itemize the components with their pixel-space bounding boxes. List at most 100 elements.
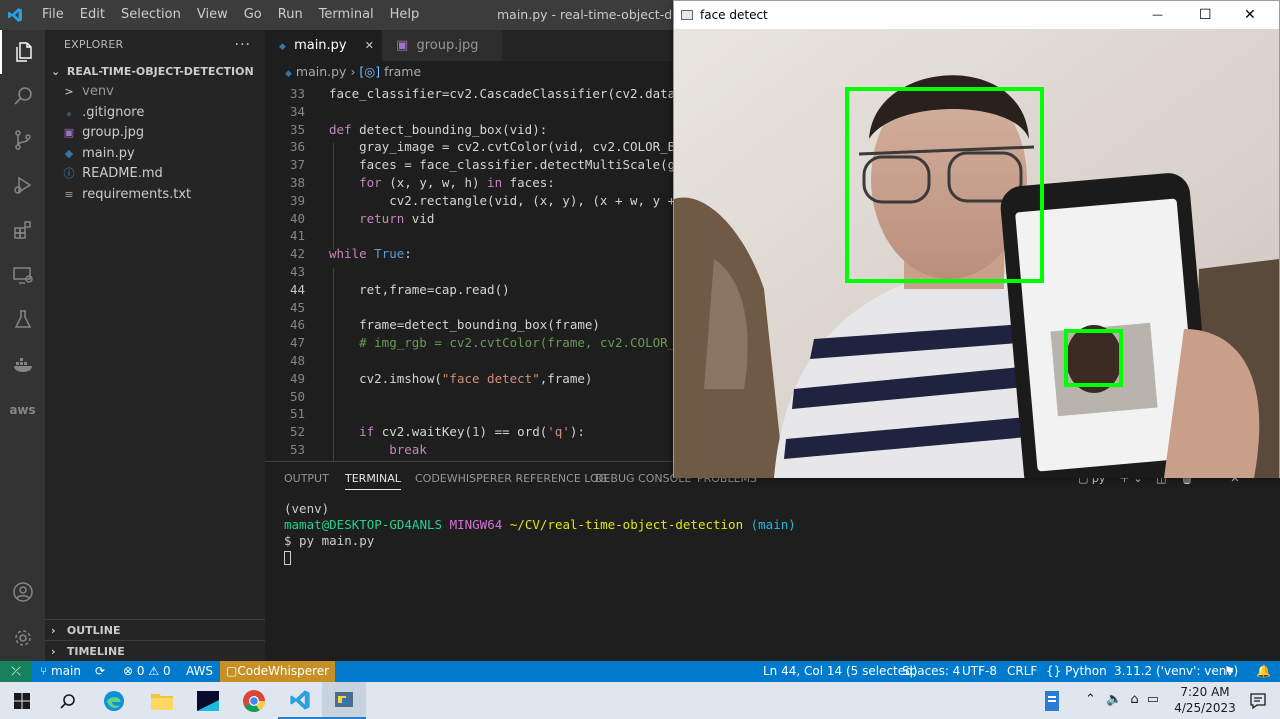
code-editor[interactable]: 33 face_classifier=cv2.CascadeClassifier(… <box>265 83 673 461</box>
problems-counter[interactable]: ⊗ 0 ⚠ 0 <box>123 661 171 682</box>
terminal-app-icon[interactable] <box>186 682 230 719</box>
popup-title: face detect <box>700 8 768 22</box>
python-interpreter[interactable]: 3.11.2 ('venv': venv) <box>1114 661 1238 682</box>
maximize-button[interactable]: ☐ <box>1199 1 1212 29</box>
terminal-path: ~/CV/real-time-object-detection <box>509 517 744 532</box>
action-center-icon[interactable] <box>1236 682 1280 719</box>
workspace-folder[interactable]: ⌄ REAL-TIME-OBJECT-DETECTION <box>45 62 265 82</box>
language-label: Python <box>1065 664 1107 678</box>
info-file-icon: ⓘ <box>63 167 75 180</box>
search-icon[interactable] <box>0 74 45 118</box>
windows-start-icon[interactable] <box>0 682 44 719</box>
codewhisperer-status[interactable]: ▢CodeWhisperer <box>220 661 336 682</box>
indentation[interactable]: Spaces: 4 <box>902 661 960 682</box>
battery-icon[interactable]: ▭ <box>1147 692 1159 707</box>
menu-go[interactable]: Go <box>236 0 270 30</box>
language-mode[interactable]: {} Python <box>1046 661 1107 682</box>
terminal-cursor[interactable] <box>284 551 291 565</box>
code-line: break <box>389 442 427 457</box>
speaker-icon[interactable]: 🔈 <box>1106 692 1122 707</box>
bottom-panel: OUTPUT TERMINAL CODEWHISPERER REFERENCE … <box>265 461 1280 661</box>
tree-item-label: group.jpg <box>82 125 145 140</box>
aws-status[interactable]: AWS <box>186 661 213 682</box>
tab-terminal[interactable]: TERMINAL <box>345 472 401 490</box>
menu-terminal[interactable]: Terminal <box>311 0 382 30</box>
tab-group-jpg[interactable]: ▣ group.jpg <box>382 30 502 61</box>
timeline-section[interactable]: › TIMELINE <box>45 640 265 661</box>
close-icon[interactable]: ✕ <box>365 30 374 61</box>
tree-item-main-py[interactable]: ◆ main.py <box>45 143 265 164</box>
encoding[interactable]: UTF-8 <box>962 661 997 682</box>
image-file-icon: ▣ <box>63 126 75 139</box>
tree-item-label: requirements.txt <box>82 187 192 202</box>
docker-icon[interactable] <box>0 343 45 387</box>
menu-view[interactable]: View <box>189 0 236 30</box>
tree-item-group-jpg[interactable]: ▣ group.jpg <box>45 122 265 143</box>
python-window-icon[interactable] <box>322 682 366 719</box>
testing-icon[interactable] <box>0 298 45 342</box>
line-number: 45 <box>289 299 305 315</box>
terminal-command-line: $ py main.py <box>284 533 375 548</box>
minimize-button[interactable]: — <box>1152 1 1163 29</box>
tab-label: group.jpg <box>416 38 479 53</box>
source-control-icon[interactable] <box>0 118 45 162</box>
tab-label: main.py <box>294 38 347 53</box>
camera-frame <box>674 29 1279 478</box>
chevron-up-icon[interactable]: ⌃ <box>1085 692 1096 707</box>
git-branch[interactable]: ⑂ main <box>40 661 81 682</box>
chrome-browser-icon[interactable] <box>232 682 276 719</box>
chevron-down-icon: ⌄ <box>51 65 61 78</box>
breadcrumb-file[interactable]: main.py <box>296 64 347 79</box>
settings-gear-icon[interactable] <box>0 616 45 660</box>
feedback-icon[interactable]: ⚑ <box>1224 661 1235 682</box>
cursor-position[interactable]: Ln 44, Col 14 (5 selected) <box>763 661 917 682</box>
sync-icon[interactable]: ⟳ <box>95 661 105 682</box>
network-icon[interactable]: ⌂ <box>1130 692 1138 707</box>
menu-selection[interactable]: Selection <box>113 0 189 30</box>
explorer-icon[interactable] <box>0 30 45 74</box>
file-explorer-icon[interactable] <box>140 682 184 719</box>
line-number: 47 <box>289 335 305 351</box>
tree-item-venv[interactable]: > venv <box>45 81 265 102</box>
tab-output[interactable]: OUTPUT <box>284 472 329 485</box>
more-actions-icon[interactable]: ··· <box>235 30 251 60</box>
breadcrumb-symbol[interactable]: frame <box>384 64 421 79</box>
outline-section[interactable]: › OUTLINE <box>45 619 265 640</box>
edge-browser-icon[interactable] <box>92 682 136 719</box>
error-count: 0 <box>136 664 145 678</box>
face-detect-window[interactable]: face detect — ☐ ✕ <box>673 0 1280 478</box>
tab-codewhisperer-log[interactable]: CODEWHISPERER REFERENCE LOG <box>415 472 607 485</box>
clock-date: 4/25/2023 <box>1174 701 1236 715</box>
tree-item-requirements[interactable]: ≡ requirements.txt <box>45 184 265 205</box>
remote-explorer-icon[interactable] <box>0 253 45 297</box>
notifications-icon[interactable]: 🔔 <box>1256 661 1271 682</box>
timeline-label: TIMELINE <box>66 645 125 658</box>
menu-run[interactable]: Run <box>270 0 311 30</box>
extensions-icon[interactable] <box>0 208 45 252</box>
code-line: # img_rgb = cv2.cvtColor(frame, cv2.COLO… <box>329 335 673 351</box>
document-icon[interactable] <box>1030 682 1074 719</box>
line-number: 53 <box>289 442 305 457</box>
vscode-app-icon[interactable] <box>278 682 322 719</box>
status-bar: ⤫ ⑂ main ⟳ ⊗ 0 ⚠ 0 AWS ▢CodeWhisperer Ln… <box>0 661 1280 682</box>
search-icon[interactable] <box>46 682 90 719</box>
python-file-icon: ◆ <box>285 69 292 79</box>
tree-item-readme[interactable]: ⓘ README.md <box>45 163 265 184</box>
accounts-icon[interactable] <box>0 570 45 614</box>
menu-file[interactable]: File <box>34 0 72 30</box>
menu-help[interactable]: Help <box>382 0 428 30</box>
system-tray: ⌃ 🔈 ⌂ ▭ <box>1085 692 1159 707</box>
aws-icon[interactable]: aws <box>0 388 45 432</box>
clock[interactable]: 7:20 AM 4/25/2023 <box>1172 684 1238 716</box>
tree-item-gitignore[interactable]: ◆ .gitignore <box>45 102 265 123</box>
line-ending[interactable]: CRLF <box>1007 661 1037 682</box>
popup-title-bar[interactable]: face detect — ☐ ✕ <box>674 1 1279 29</box>
chevron-right-icon: › <box>51 645 56 658</box>
remote-indicator-icon[interactable]: ⤫ <box>0 661 32 682</box>
close-button[interactable]: ✕ <box>1244 1 1256 29</box>
python-file-icon: ◆ <box>279 42 286 52</box>
menu-edit[interactable]: Edit <box>72 0 113 30</box>
tab-main-py[interactable]: ◆ main.py ✕ <box>265 30 382 61</box>
line-number: 51 <box>289 406 305 422</box>
run-debug-icon[interactable] <box>0 163 45 207</box>
